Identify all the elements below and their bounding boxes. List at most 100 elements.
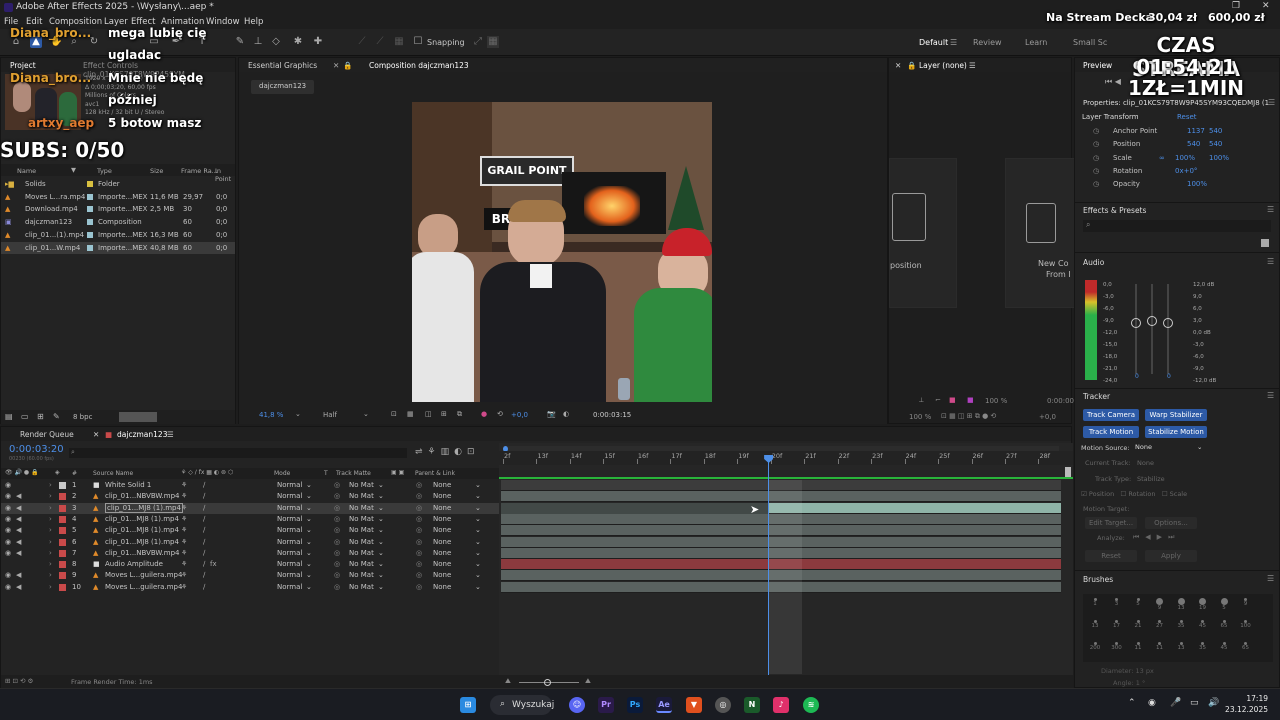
time-ruler[interactable]: 2f 13f 14f 15f 16f 17f 18f 19f 20f 21f 22f 23f 24f 25… [499, 451, 1073, 465]
footer-toggle-icons[interactable]: ⊞ ⊡ ⟲ ⚙ [5, 677, 33, 685]
visibility-toggle-icon[interactable]: ◉ [5, 526, 11, 534]
comp-end-marker[interactable] [1065, 467, 1071, 477]
matte-link-icon[interactable]: ◎ [334, 560, 340, 568]
resolution-dropdown-icon[interactable]: ⌄ [363, 410, 369, 418]
tab-essential-graphics[interactable]: Essential Graphics [248, 61, 317, 70]
layer-row[interactable]: ◉ ◀ › 2 ▲ clip_01...NBVBW.mp4 ⚘ ∕ Normal ⌄ ◎ No Mat… [1, 491, 499, 502]
parent-dropdown[interactable]: None [433, 549, 451, 557]
layer-mode-dropdown[interactable]: Normal [277, 549, 302, 557]
layer-mode-dropdown[interactable]: Normal [277, 481, 302, 489]
snap-features-icon[interactable]: ▦ [487, 36, 499, 48]
brush-tip[interactable]: 35 [1171, 618, 1191, 638]
expand-chevron-icon[interactable]: › [49, 571, 52, 579]
transform-value-1[interactable]: 1137 [1187, 127, 1205, 135]
lock-icon[interactable]: 🔒 [343, 61, 352, 70]
photoshop-icon[interactable]: Ps [627, 697, 643, 713]
region-of-interest-icon[interactable]: ⊡ [391, 410, 397, 418]
quality-switch-icon[interactable]: ∕ [203, 492, 205, 500]
new-comp-icon[interactable]: ⊞ [37, 412, 44, 421]
project-item[interactable]: ▣ dajczman123 Composition 60 0;0 [1, 216, 235, 228]
warp-stabilizer-button[interactable]: Warp Stabilizer [1145, 409, 1207, 421]
track-camera-button[interactable]: Track Camera [1083, 409, 1139, 421]
track-matte-dropdown[interactable]: No Mat [349, 481, 374, 489]
layer-name[interactable]: White Solid 1 [105, 481, 151, 489]
brush-tip[interactable]: 17 [1107, 618, 1127, 638]
puppet-tool-icon[interactable]: ✚ [312, 36, 324, 48]
track-matte-dropdown[interactable]: No Mat [349, 504, 374, 512]
tracker-menu-icon[interactable]: ☰ [1267, 391, 1274, 400]
zoom-in-icon[interactable]: ⛰ [585, 677, 591, 686]
transform-reset-link[interactable]: Reset [1177, 113, 1197, 121]
parent-pickwhip-icon[interactable]: ◎ [416, 526, 422, 534]
tiktok-icon[interactable]: ♪ [773, 697, 789, 713]
expand-chevron-icon[interactable]: › [49, 526, 52, 534]
layer-in-point-icon[interactable]: ⟂ [919, 396, 924, 405]
layer-row[interactable]: ◉ ◀ › 9 ▲ Moves L...guilera.mp4 ⚘ ∕ Normal ⌄ ◎ No M… [1, 570, 499, 581]
brush-tip[interactable]: 11 [1128, 640, 1148, 660]
windows-start-icon[interactable]: ⊞ [460, 697, 476, 713]
matte-link-icon[interactable]: ◎ [334, 549, 340, 557]
quality-switch-icon[interactable]: ∕ [203, 515, 205, 523]
timeline-search-input[interactable]: ⌕ [69, 448, 407, 458]
spotify-icon[interactable]: ≋ [803, 697, 819, 713]
position-checkbox-icon[interactable]: ☑ [1081, 490, 1087, 498]
layer-row[interactable]: ◉ ◀ › 3 ▲ clip_01...MJ8 (1).mp4 ⚘ ∕ Normal ⌄ ◎ No M… [1, 502, 499, 514]
audio-toggle-icon[interactable]: ◀ [16, 538, 21, 546]
options-button[interactable]: Options... [1145, 517, 1197, 529]
trash-icon[interactable] [119, 412, 157, 422]
microphone-icon[interactable]: 🎤 [1170, 698, 1181, 708]
eraser-tool-icon[interactable]: ◇ [270, 36, 282, 48]
parent-dropdown[interactable]: None [433, 571, 451, 579]
parent-dropdown[interactable]: None [433, 481, 451, 489]
layer-zoom[interactable]: 100 % [985, 397, 1007, 405]
volume-icon[interactable]: 🔊 [1208, 698, 1219, 708]
interpret-footage-icon[interactable]: ▤ [5, 412, 13, 421]
audio-toggle-icon[interactable]: ◀ [16, 549, 21, 557]
world-axis-icon[interactable]: ⟋ [374, 36, 386, 48]
av-switches-icon[interactable]: 👁 🔊 ● 🔒 [5, 469, 39, 476]
layer-bar-trimmed[interactable] [501, 502, 769, 514]
matte-link-icon[interactable]: ◎ [334, 515, 340, 523]
layer-row[interactable]: ◉ ◀ › 6 ▲ clip_01...MJ8 (1).mp4 ⚘ ∕ Normal ⌄ ◎ No M… [1, 537, 499, 548]
layer-row[interactable]: ◉ › 1 ■ White Solid 1 ⚘ ∕ Normal ⌄ ◎ No Mat ⌄ ◎ None ⌄ [1, 480, 499, 491]
layer-name[interactable]: Audio Amplitude [105, 560, 163, 568]
transform-value-2[interactable]: 540 [1209, 127, 1222, 135]
parent-dropdown[interactable]: None [433, 538, 451, 546]
visibility-toggle-icon[interactable]: ◉ [5, 481, 11, 489]
current-track-value[interactable]: None [1137, 459, 1154, 467]
quality-switch-icon[interactable]: ∕ [203, 481, 205, 489]
track-matte-dropdown[interactable]: No Mat [349, 571, 374, 579]
lock-layer-icon[interactable]: 🔒 [907, 61, 916, 70]
stopwatch-icon[interactable]: ◷ [1093, 154, 1099, 162]
parent-dropdown[interactable]: None [433, 560, 451, 568]
matte-link-icon[interactable]: ◎ [334, 492, 340, 500]
clone-stamp-tool-icon[interactable]: ⊥ [252, 36, 264, 48]
layer-label-color[interactable] [59, 572, 66, 580]
visibility-toggle-icon[interactable]: ◉ [5, 504, 11, 512]
edit-target-button[interactable]: Edit Target... [1085, 517, 1137, 529]
new-bin-icon[interactable] [1261, 239, 1269, 247]
layer-name[interactable]: clip_01...NBVBW.mp4 [105, 549, 180, 557]
brush-tip[interactable]: 45 [1214, 640, 1234, 660]
resolution-dropdown[interactable]: Half [323, 411, 337, 419]
project-item[interactable]: ▲ Moves L...ra.mp4 Importe...MEX 11,6 MB 29,… [1, 191, 235, 203]
project-settings-icon[interactable]: ✎ [53, 412, 60, 421]
sort-icon[interactable]: ▼ [71, 166, 76, 174]
parent-dropdown[interactable]: None [433, 515, 451, 523]
label-color-swatch[interactable] [87, 231, 93, 238]
after-effects-icon[interactable]: Ae [656, 697, 672, 713]
parent-pickwhip-icon[interactable]: ◎ [416, 515, 422, 523]
quality-switch-icon[interactable]: ∕ [203, 504, 205, 512]
audio-zero-right[interactable]: 0 [1167, 373, 1171, 380]
audio-toggle-icon[interactable]: ◀ [16, 504, 21, 512]
visibility-toggle-icon[interactable]: ◉ [5, 549, 11, 557]
local-axis-icon[interactable]: ⟋ [356, 36, 368, 48]
layer-name[interactable]: clip_01...NBVBW.mp4 [105, 492, 180, 500]
track-matte-header[interactable]: Track Matte [336, 470, 371, 477]
workspace-review[interactable]: Review [973, 38, 1002, 47]
show-snapshot-icon[interactable]: ◐ [563, 410, 569, 418]
analyze-controls-icon[interactable]: ⏮◀▶⏭ [1133, 533, 1180, 542]
track-matte-dropdown[interactable]: No Mat [349, 583, 374, 591]
quality-switch-icon[interactable]: ∕ [203, 560, 205, 568]
snapshot-icon[interactable]: 📷 [547, 410, 556, 418]
